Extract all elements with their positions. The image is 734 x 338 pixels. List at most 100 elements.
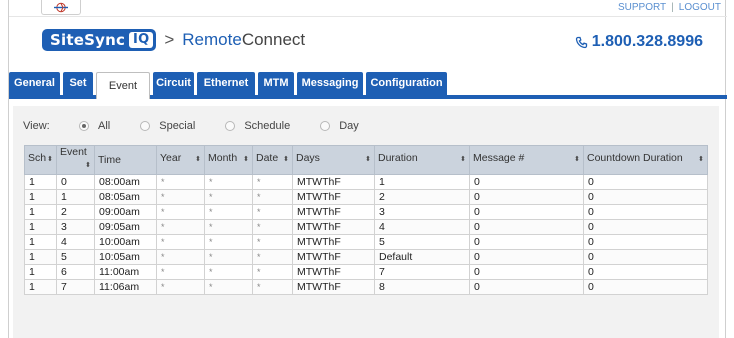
- sort-icon[interactable]: ⬍: [195, 152, 201, 168]
- table-cell: *: [204, 249, 253, 265]
- sort-icon[interactable]: ⬍: [283, 152, 289, 168]
- table-cell: *: [204, 279, 253, 295]
- table-row[interactable]: 1 5 10:05am * * * MTWThF Default 0 0: [24, 249, 708, 265]
- breadcrumb: SiteSync IQ > RemoteConnect: [42, 29, 305, 51]
- table-cell: 1: [24, 279, 57, 295]
- tab-mtm[interactable]: MTM: [258, 72, 294, 95]
- table-body: 1 0 08:00am * * * MTWThF 1 0 0 1 1 08:05am * * * MTWThF 2…: [24, 174, 708, 295]
- sort-icon[interactable]: ⬍: [698, 152, 704, 168]
- column-header-countdown-duration[interactable]: Countdown Duration ⬍: [583, 145, 708, 175]
- table-row[interactable]: 1 7 11:06am * * * MTWThF 8 0 0: [24, 279, 708, 295]
- column-header-duration[interactable]: Duration ⬍: [374, 145, 470, 175]
- column-header-label: Month: [208, 152, 238, 164]
- logout-link[interactable]: LOGOUT: [679, 2, 721, 13]
- table-header-row: Sch ⬍ Event ⬍ Time Year ⬍ Month ⬍ Date ⬍ Days ⬍ Durat…: [24, 145, 708, 175]
- view-option-label: Day: [339, 120, 359, 132]
- table-cell: *: [252, 234, 293, 250]
- column-header-label: Year: [160, 152, 182, 164]
- view-option-schedule[interactable]: Schedule: [225, 120, 290, 132]
- table-cell: 4: [56, 234, 95, 250]
- table-cell: 1: [24, 219, 57, 235]
- radio-special-icon[interactable]: [140, 121, 151, 131]
- table-cell: *: [156, 264, 205, 280]
- table-cell: 08:05am: [94, 189, 157, 205]
- table-cell: *: [204, 189, 253, 205]
- table-cell: 0: [56, 174, 95, 190]
- table-cell: 1: [24, 249, 57, 265]
- table-cell: 0: [469, 189, 584, 205]
- table-cell: 6: [56, 264, 95, 280]
- column-header-year[interactable]: Year ⬍: [156, 145, 205, 175]
- table-cell: 1: [374, 174, 470, 190]
- table-cell: 09:00am: [94, 204, 157, 220]
- view-option-special[interactable]: Special: [140, 120, 195, 132]
- top-strip: SUPPORT | LOGOUT: [9, 0, 727, 16]
- table-cell: 3: [374, 204, 470, 220]
- column-header-month[interactable]: Month ⬍: [204, 145, 253, 175]
- table-cell: *: [204, 264, 253, 280]
- table-cell: MTWThF: [292, 204, 375, 220]
- view-option-label: Schedule: [244, 120, 291, 132]
- table-row[interactable]: 1 0 08:00am * * * MTWThF 1 0 0: [24, 174, 708, 190]
- logo-badge: IQ: [129, 32, 154, 48]
- tab-circuit[interactable]: Circuit: [153, 72, 194, 95]
- table-row[interactable]: 1 3 09:05am * * * MTWThF 4 0 0: [24, 219, 708, 235]
- table-cell: 2: [56, 204, 95, 220]
- app-title: RemoteConnect: [182, 30, 305, 50]
- table-cell: 0: [583, 234, 708, 250]
- support-link[interactable]: SUPPORT: [618, 2, 666, 13]
- column-header-time[interactable]: Time: [94, 145, 157, 175]
- table-cell: MTWThF: [292, 234, 375, 250]
- sort-icon[interactable]: ⬍: [243, 152, 249, 168]
- table-cell: 0: [469, 249, 584, 265]
- table-row[interactable]: 1 1 08:05am * * * MTWThF 2 0 0: [24, 189, 708, 205]
- page-header: SiteSync IQ > RemoteConnect 1.800.328.89…: [9, 16, 727, 62]
- table-cell: *: [156, 189, 205, 205]
- sort-icon[interactable]: ⬍: [85, 158, 91, 174]
- table-cell: *: [252, 249, 293, 265]
- sort-icon[interactable]: ⬍: [365, 152, 371, 168]
- table-row[interactable]: 1 2 09:00am * * * MTWThF 3 0 0: [24, 204, 708, 220]
- company-logo-icon: [54, 2, 68, 12]
- table-cell: 0: [583, 249, 708, 265]
- table-cell: MTWThF: [292, 279, 375, 295]
- table-cell: MTWThF: [292, 174, 375, 190]
- table-row[interactable]: 1 4 10:00am * * * MTWThF 5 0 0: [24, 234, 708, 250]
- table-cell: 0: [583, 264, 708, 280]
- tab-configuration[interactable]: Configuration: [366, 72, 447, 95]
- table-cell: 0: [583, 219, 708, 235]
- tab-messaging[interactable]: Messaging: [297, 72, 363, 95]
- table-cell: 0: [469, 234, 584, 250]
- column-header-label: Days: [296, 152, 320, 164]
- table-row[interactable]: 1 6 11:00am * * * MTWThF 7 0 0: [24, 264, 708, 280]
- column-header-days[interactable]: Days ⬍: [292, 145, 375, 175]
- radio-all-icon[interactable]: [79, 121, 89, 131]
- table-cell: *: [156, 279, 205, 295]
- table-cell: 11:00am: [94, 264, 157, 280]
- tab-set[interactable]: Set: [63, 72, 93, 95]
- table-cell: *: [156, 219, 205, 235]
- table-cell: *: [252, 264, 293, 280]
- tab-general[interactable]: General: [9, 72, 60, 95]
- table-cell: 1: [24, 189, 57, 205]
- table-cell: 8: [374, 279, 470, 295]
- sort-icon[interactable]: ⬍: [460, 152, 466, 168]
- tab-event[interactable]: Event: [96, 72, 150, 99]
- page-frame: SUPPORT | LOGOUT SiteSync IQ > RemoteCon…: [8, 0, 727, 338]
- table-cell: *: [252, 174, 293, 190]
- column-header-sch[interactable]: Sch ⬍: [24, 145, 57, 175]
- radio-schedule-icon[interactable]: [225, 121, 236, 131]
- view-option-all[interactable]: All: [79, 120, 110, 132]
- home-tab[interactable]: [41, 0, 81, 15]
- tab-ethernet[interactable]: Ethernet: [197, 72, 255, 95]
- radio-day-icon[interactable]: [320, 121, 331, 131]
- column-header-date[interactable]: Date ⬍: [252, 145, 293, 175]
- top-links: SUPPORT | LOGOUT: [618, 2, 721, 13]
- sort-icon[interactable]: ⬍: [574, 152, 580, 168]
- view-option-day[interactable]: Day: [320, 120, 359, 132]
- sort-icon[interactable]: ⬍: [47, 152, 53, 168]
- column-header-event[interactable]: Event ⬍: [56, 145, 95, 175]
- sitesync-logo[interactable]: SiteSync IQ: [42, 29, 157, 51]
- table-cell: *: [204, 204, 253, 220]
- column-header-message[interactable]: Message # ⬍: [469, 145, 584, 175]
